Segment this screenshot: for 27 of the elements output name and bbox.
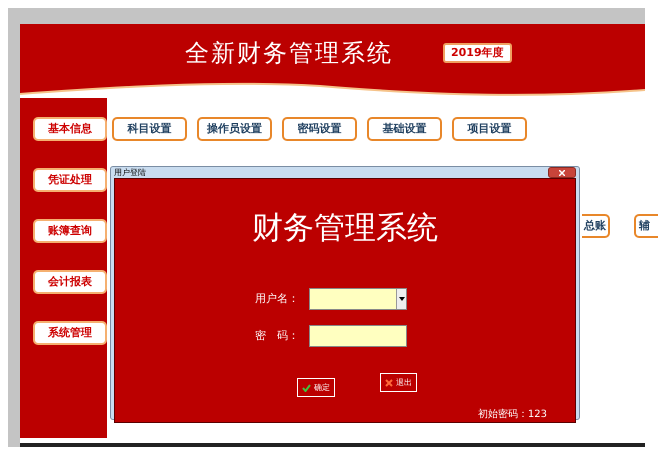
sidebar-item[interactable]: 基本信息 [33,117,107,141]
sidebar-item[interactable]: 凭证处理 [33,168,107,192]
field-label: 用户名： [254,290,299,307]
function-button[interactable]: 基础设置 [367,117,442,141]
password-field[interactable] [309,325,407,347]
close-icon [559,170,565,176]
function-button[interactable]: 操作员设置 [197,117,272,141]
function-button[interactable]: 总账 [582,214,610,238]
dialog-heading: 财务管理系统 [252,213,438,244]
field-label: 密 码： [254,328,299,344]
username-dropdown[interactable] [309,288,407,310]
initial-password-note: 初始密码：123 [478,408,547,422]
sidebar-item[interactable]: 会计报表 [33,270,107,294]
cross-icon [385,378,393,386]
function-button[interactable]: 科目设置 [112,117,187,141]
sidebar-item[interactable]: 账簿查询 [33,219,107,243]
close-button[interactable] [548,167,576,178]
checkmark-icon [302,384,311,392]
confirm-button[interactable]: 确定 [297,378,335,397]
function-button[interactable]: 密码设置 [282,117,357,141]
function-button[interactable]: 辅 [634,214,658,238]
app-title: 全新财务管理系统 [185,38,393,69]
exit-button[interactable]: 退出 [380,373,417,392]
sidebar-item[interactable]: 系统管理 [33,321,107,345]
year-badge: 2019年度 [443,42,512,64]
function-button[interactable]: 项目设置 [452,117,527,141]
dialog-title: 用户登陆 [114,168,146,176]
